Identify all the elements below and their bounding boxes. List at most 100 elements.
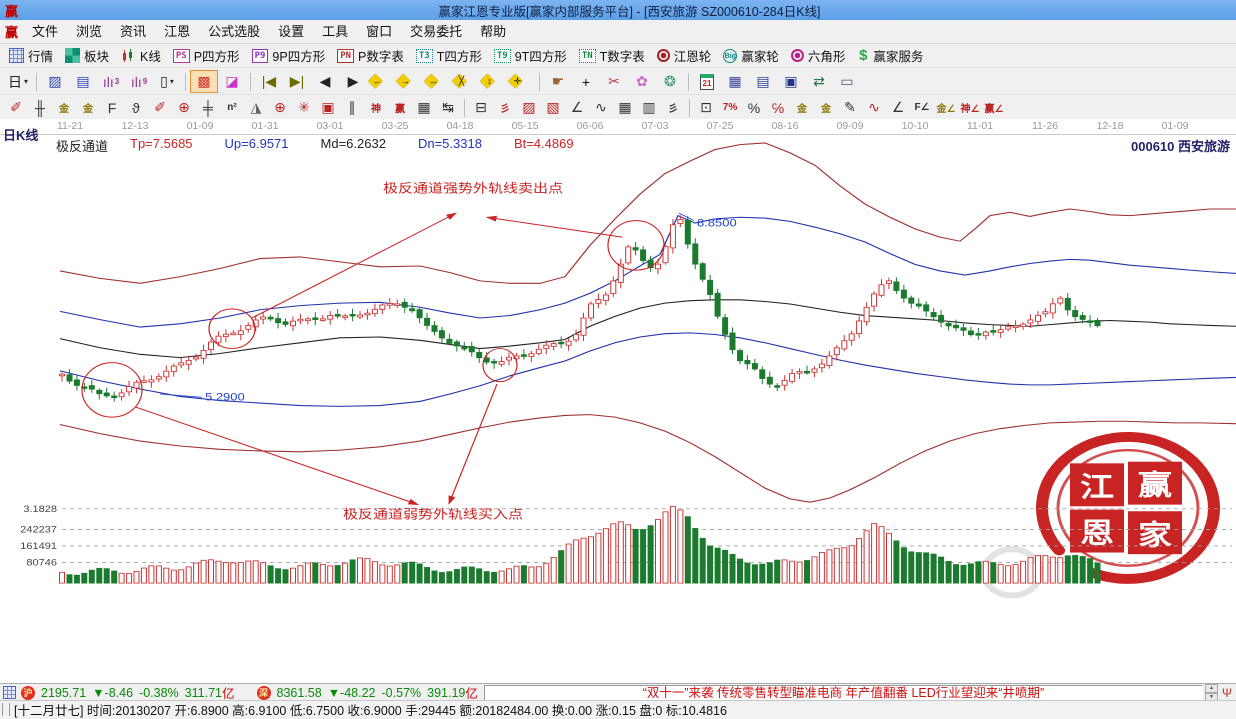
gann-circle-icon[interactable]: ⊕ [172,97,196,119]
zoom-vertical-icon[interactable]: ◆↕ [479,71,507,92]
toolbar-button-赢家轮[interactable]: 赢家轮 [718,44,786,67]
gold-circle-icon[interactable]: 金 [790,97,814,119]
pattern-red-icon[interactable]: ▩ [190,70,218,93]
toolbar-button-江恩轮[interactable]: 江恩轮 [652,44,719,67]
quote-grid-icon[interactable] [3,686,16,699]
menu-item-江恩[interactable]: 江恩 [155,21,199,43]
toolbar-button-T数字表[interactable]: TNT数字表 [574,44,652,67]
gold-angle-icon[interactable]: 金∠ [934,97,958,119]
angle-pen-icon[interactable]: ✐ [148,97,172,119]
pct-line-icon[interactable]: ℅ [766,97,790,119]
shen-angle-icon[interactable]: 神∠ [958,97,982,119]
print-icon[interactable]: ▭ [833,70,861,93]
gann-grid-icon[interactable]: ╫ [28,97,52,119]
gold-grid1-icon[interactable]: 金 [52,97,76,119]
menu-item-浏览[interactable]: 浏览 [67,21,111,43]
wave-icon[interactable]: ∿ [589,97,613,119]
info-doc-icon[interactable]: ▤ [69,70,97,93]
chart-area[interactable]: 江赢恩家3.182824223716149180746极反通道强势外轨线卖出点极… [0,119,1236,683]
gold-line-icon[interactable]: 金 [814,97,838,119]
crosshair-icon[interactable]: + [572,70,600,93]
kline-chart-canvas[interactable]: 江赢恩家3.182824223716149180746极反通道强势外轨线卖出点极… [0,119,1236,683]
menu-item-资讯[interactable]: 资讯 [111,21,155,43]
channel-icon[interactable]: ⊟ [469,97,493,119]
triangle-icon[interactable]: ◮ [244,97,268,119]
spinner-up-button[interactable]: ▲ [1205,684,1218,693]
percent-icon[interactable]: % [742,97,766,119]
menu-item-公式选股[interactable]: 公式选股 [199,21,269,43]
fan-icon[interactable]: 彡 [493,97,517,119]
shen-icon[interactable]: 神 [364,97,388,119]
notes-icon[interactable]: ▤ [749,70,777,93]
calculator-icon[interactable]: ▦ [721,70,749,93]
pattern-search-icon[interactable]: ▨ [41,70,69,93]
ying-angle-icon[interactable]: 赢∠ [982,97,1006,119]
zoom-left-icon[interactable]: ◆← [367,71,395,92]
ruler-icon[interactable]: ▦ [412,97,436,119]
j-angle-icon[interactable]: ∠ [886,97,910,119]
candle-style-button[interactable]: ▯▾ [153,70,181,93]
fibo-icon[interactable]: F [100,97,124,119]
color-chart-icon[interactable]: ◪ [218,70,246,93]
toolbar-button-T四方形[interactable]: T3T四方形 [411,44,489,67]
seven-pct-icon[interactable]: 7% [718,97,742,119]
sphere-icon[interactable]: ❂ [656,70,684,93]
toolbar-button-9P四方形[interactable]: P99P四方形 [247,44,333,67]
wave2-icon[interactable]: ∿ [862,97,886,119]
f-angle-icon[interactable]: F∠ [910,97,934,119]
menu-item-工具[interactable]: 工具 [313,21,357,43]
menu-item-设置[interactable]: 设置 [269,21,313,43]
grid2-icon[interactable]: ╪ [196,97,220,119]
zoom-compress-icon[interactable]: ◆╳ [451,71,479,92]
bars3-icon[interactable]: ılı3 [97,70,125,93]
stamp-icon[interactable]: ✿ [628,70,656,93]
pause-icon[interactable]: ∥ [340,97,364,119]
save-icon[interactable]: ▣ [777,70,805,93]
trend-pen-icon[interactable]: ✎ [838,97,862,119]
grid-dense-icon[interactable]: ▦ [613,97,637,119]
angle-line-icon[interactable]: ∠ [565,97,589,119]
calendar-icon[interactable]: 21 [693,70,721,93]
shenzhen-index-icon[interactable]: 深 [257,686,271,700]
hand-icon[interactable]: ☛ [544,70,572,93]
square-icon[interactable]: ▣ [316,97,340,119]
spiral-icon[interactable]: ϑ [124,97,148,119]
toolbar-button-行情[interactable]: 行情 [4,44,60,67]
period-button[interactable]: 日▾ [4,70,32,93]
first-page-icon[interactable]: |◀ [255,70,283,93]
app-menu-icon[interactable]: 赢 [0,22,23,41]
target-icon[interactable]: ⊕ [268,97,292,119]
toolbar-button-六角形[interactable]: 六角形 [786,44,853,67]
draw-pen-icon[interactable]: ✐ [4,97,28,119]
menu-item-文件[interactable]: 文件 [23,21,67,43]
toolbar-button-9T四方形[interactable]: T99T四方形 [489,44,574,67]
zoom-right-icon[interactable]: ◆→ [395,71,423,92]
prev-page-icon[interactable]: ◀ [311,70,339,93]
menu-item-窗口[interactable]: 窗口 [357,21,401,43]
toolbar-button-P数字表[interactable]: PNP数字表 [332,44,411,67]
n2-icon[interactable]: n² [220,97,244,119]
toolbar-button-板块[interactable]: 板块 [60,44,116,67]
gann-square-icon[interactable]: ▧ [541,97,565,119]
toolbar-button-赢家服务[interactable]: 赢家服务 [852,44,930,67]
box-percent-icon[interactable]: ⊡ [694,97,718,119]
toolbar-button-K线[interactable]: K线 [116,44,168,67]
zoom-all-icon[interactable]: ◆✛ [507,71,535,92]
grid-sparse-icon[interactable]: ▥ [637,97,661,119]
cut-icon[interactable]: ✂ [600,70,628,93]
next-page-icon[interactable]: ▶ [339,70,367,93]
shanghai-index-icon[interactable]: 沪 [21,686,35,700]
menu-item-交易委托[interactable]: 交易委托 [401,21,471,43]
gann-box-icon[interactable]: ▨ [517,97,541,119]
gold-grid2-icon[interactable]: 金 [76,97,100,119]
hatch-icon[interactable]: 彡 [661,97,685,119]
ying-icon[interactable]: 赢 [388,97,412,119]
toolbar-button-P四方形[interactable]: PSP四方形 [168,44,247,67]
star-icon[interactable]: ✳ [292,97,316,119]
zoom-horizontal-icon[interactable]: ◆↔ [423,71,451,92]
measure-icon[interactable]: ↹ [436,97,460,119]
bars9-icon[interactable]: ılı9 [125,70,153,93]
menu-item-帮助[interactable]: 帮助 [471,21,515,43]
last-page-icon[interactable]: ▶| [283,70,311,93]
export-icon[interactable]: ⇄ [805,70,833,93]
